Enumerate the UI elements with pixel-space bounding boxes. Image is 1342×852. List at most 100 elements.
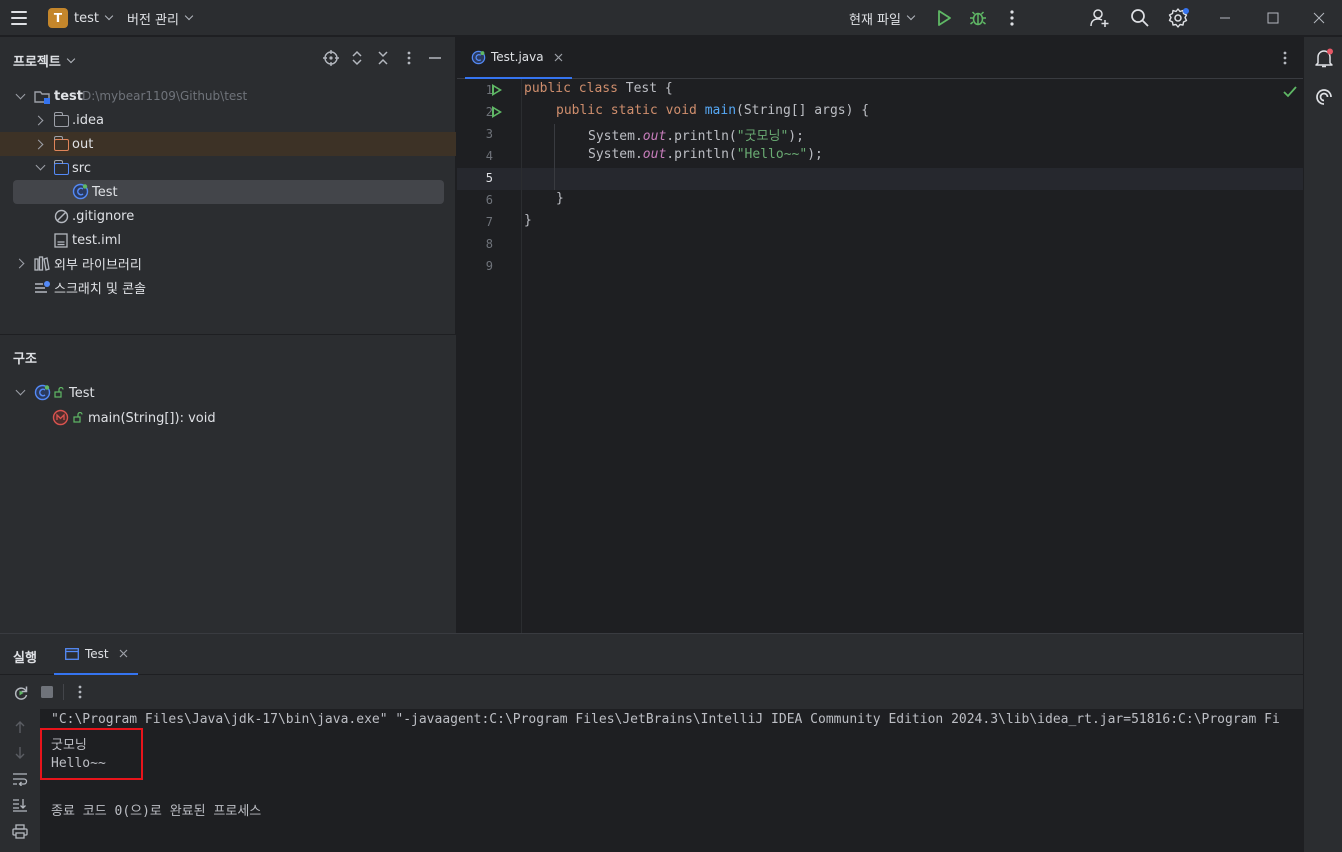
java-class-icon xyxy=(34,384,51,401)
settings-icon[interactable] xyxy=(1168,7,1190,29)
add-user-icon[interactable] xyxy=(1089,7,1111,29)
tree-item-out[interactable]: out xyxy=(0,132,456,156)
caret-line-highlight xyxy=(457,168,1303,190)
project-name: test xyxy=(74,10,99,26)
collapse-all-icon[interactable] xyxy=(374,49,392,67)
project-badge[interactable]: T xyxy=(48,8,68,28)
locate-file-icon[interactable] xyxy=(322,49,340,67)
rerun-icon[interactable] xyxy=(12,684,29,701)
editor-tab-bar: Test.java xyxy=(457,37,1303,79)
chevron-right-icon[interactable] xyxy=(14,258,25,269)
maximize-icon[interactable] xyxy=(1253,0,1293,36)
library-icon xyxy=(34,255,50,271)
scratches-icon xyxy=(34,279,51,295)
right-tool-stripe xyxy=(1303,37,1342,852)
code-line-2: public static void main(String[] args) { xyxy=(556,103,870,118)
line-number: 1 xyxy=(485,83,493,97)
run-gutter-icon[interactable] xyxy=(492,106,502,118)
tree-item-label: Test xyxy=(92,184,118,200)
close-window-icon[interactable] xyxy=(1299,0,1339,36)
tree-item-idea[interactable]: .idea xyxy=(0,108,456,132)
code-editor[interactable]: Test.java 1 2 3 4 5 6 7 8 9 public class… xyxy=(457,37,1303,633)
search-icon[interactable] xyxy=(1129,7,1151,29)
editor-tab-test-java[interactable]: Test.java xyxy=(465,37,572,79)
project-panel-title: 프로젝트 xyxy=(13,55,61,70)
tree-item-test-class[interactable]: Test xyxy=(13,180,444,204)
code-line-3: System.out.println("굿모닝"); xyxy=(588,129,804,144)
scroll-to-end-icon[interactable] xyxy=(12,797,28,813)
module-folder-icon xyxy=(34,88,51,104)
project-switcher[interactable]: test xyxy=(74,0,114,36)
console-icon xyxy=(65,647,79,660)
tab-options-icon[interactable] xyxy=(1277,50,1293,66)
tree-item-gitignore[interactable]: .gitignore xyxy=(0,204,456,228)
run-config-selector[interactable]: 현재 파일 xyxy=(849,0,916,36)
vcs-menu[interactable]: 버전 관리 xyxy=(127,0,194,36)
run-config-label: 현재 파일 xyxy=(849,12,901,28)
source-folder-icon xyxy=(53,160,69,175)
options-icon[interactable] xyxy=(400,49,418,67)
run-panel-header: 실행 Test xyxy=(0,634,1303,675)
line-number: 5 xyxy=(485,171,493,185)
chevron-right-icon[interactable] xyxy=(33,139,44,150)
chevron-right-icon[interactable] xyxy=(33,115,44,126)
more-options-icon[interactable] xyxy=(72,684,88,700)
tree-item-label: .gitignore xyxy=(72,208,135,224)
root-project-path: D:\mybear1109\Github\test xyxy=(82,89,248,103)
run-icon[interactable] xyxy=(934,8,954,28)
tree-item-iml[interactable]: test.iml xyxy=(0,228,456,252)
arrow-up-icon[interactable] xyxy=(12,719,28,735)
public-access-icon xyxy=(54,387,64,398)
chevron-down-icon xyxy=(906,11,916,21)
run-gutter-icon[interactable] xyxy=(492,84,502,96)
tree-item-external-libraries[interactable]: 외부 라이브러리 xyxy=(0,251,456,275)
structure-item-label: Test xyxy=(69,385,95,401)
java-class-icon xyxy=(471,50,486,65)
line-number: 2 xyxy=(485,105,493,119)
line-number: 8 xyxy=(485,237,493,251)
hide-panel-icon[interactable] xyxy=(426,49,444,67)
tree-item-label: 스크래치 및 콘솔 xyxy=(54,281,146,297)
code-line-7: } xyxy=(524,213,532,228)
structure-item-test[interactable]: Test xyxy=(0,381,456,405)
ignore-file-icon xyxy=(53,208,69,224)
line-number: 3 xyxy=(485,127,493,141)
structure-item-label: main(String[]): void xyxy=(88,410,216,426)
minimize-icon[interactable] xyxy=(1205,0,1245,36)
soft-wrap-icon[interactable] xyxy=(12,771,28,787)
structure-tool-window: 구조 Test main(String[]): void xyxy=(0,334,456,633)
run-tool-window: 실행 Test "C:\Program Files\Java\jdk-17\bi… xyxy=(0,633,1303,852)
chevron-down-icon xyxy=(104,11,114,21)
run-tab-label: Test xyxy=(85,646,109,661)
print-icon[interactable] xyxy=(12,823,28,839)
tree-item-scratches[interactable]: 스크래치 및 콘솔 xyxy=(0,275,456,299)
folder-icon xyxy=(53,112,69,127)
ai-assistant-icon[interactable] xyxy=(1314,87,1334,107)
line-number: 9 xyxy=(485,259,493,273)
arrow-down-icon[interactable] xyxy=(12,745,28,761)
main-menu-icon[interactable] xyxy=(8,0,30,36)
notifications-bell-icon[interactable] xyxy=(1314,48,1334,68)
tree-item-root[interactable]: test D:\mybear1109\Github\test xyxy=(0,84,456,108)
tree-item-src[interactable]: src xyxy=(0,156,456,180)
chevron-down-icon[interactable] xyxy=(15,385,26,396)
chevron-down-icon[interactable] xyxy=(15,89,26,100)
debug-icon[interactable] xyxy=(968,8,988,28)
expand-all-icon[interactable] xyxy=(348,49,366,67)
no-problems-check-icon[interactable] xyxy=(1282,84,1298,100)
excluded-folder-icon xyxy=(53,136,69,151)
indent-guide xyxy=(554,124,555,190)
tree-item-label: 외부 라이브러리 xyxy=(54,257,142,273)
structure-item-main[interactable]: main(String[]): void xyxy=(0,406,456,430)
code-line-4: System.out.println("Hello~~"); xyxy=(588,147,823,162)
project-panel-header[interactable]: 프로젝트 xyxy=(13,51,76,70)
close-tab-icon[interactable] xyxy=(117,647,131,661)
stop-icon[interactable] xyxy=(40,685,54,699)
more-actions-icon[interactable] xyxy=(1004,8,1020,28)
console-side-toolbar xyxy=(0,709,40,852)
close-tab-icon[interactable] xyxy=(552,50,566,64)
run-tab-test[interactable]: Test xyxy=(54,634,138,675)
chevron-down-icon[interactable] xyxy=(35,160,46,171)
code-line-1: public class Test { xyxy=(524,81,673,96)
chevron-down-icon xyxy=(66,54,76,63)
